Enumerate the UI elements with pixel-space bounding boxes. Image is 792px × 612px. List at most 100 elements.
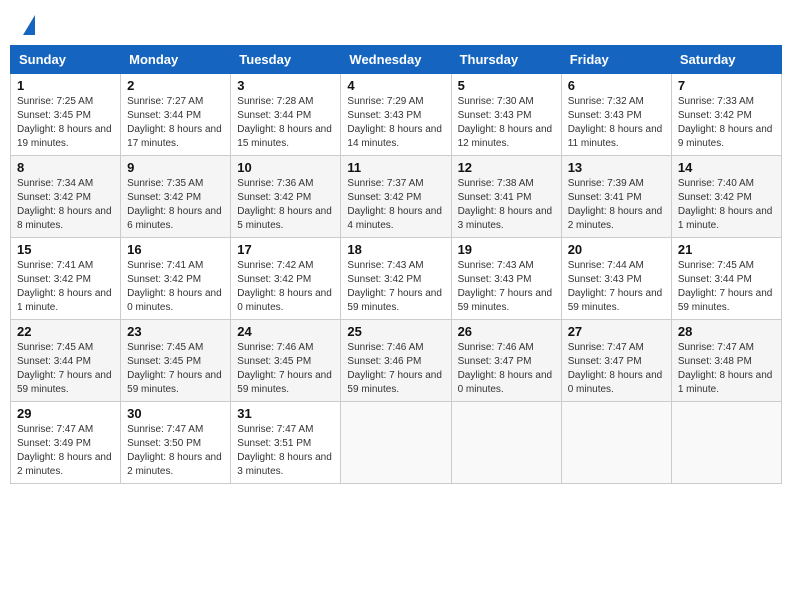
calendar-header-friday: Friday [561,46,671,74]
calendar-cell: 8Sunrise: 7:34 AMSunset: 3:42 PMDaylight… [11,156,121,238]
calendar-cell [671,402,781,484]
day-info: Sunrise: 7:25 AMSunset: 3:45 PMDaylight:… [17,95,114,151]
calendar-cell: 7 Sunrise: 7:33 AMSunset: 3:42 PMDaylight… [671,74,781,156]
calendar-header-saturday: Saturday [671,46,781,74]
day-info: Sunrise: 7:46 AMSunset: 3:45 PMDaylight:… [237,341,334,397]
day-number: 14 [678,160,775,175]
day-number: 16 [127,242,224,257]
calendar-cell: 3Sunrise: 7:28 AMSunset: 3:44 PMDaylight… [231,74,341,156]
day-info: Sunrise: 7:45 AMSunset: 3:45 PMDaylight:… [127,341,224,397]
calendar-cell: 5 Sunrise: 7:30 AMSunset: 3:43 PMDaylight… [451,74,561,156]
day-info: Sunrise: 7:42 AMSunset: 3:42 PMDaylight:… [237,259,334,315]
calendar-cell: 29Sunrise: 7:47 AMSunset: 3:49 PMDayligh… [11,402,121,484]
day-info: Sunrise: 7:43 AMSunset: 3:43 PMDaylight:… [458,259,555,315]
calendar-week-row: 29Sunrise: 7:47 AMSunset: 3:49 PMDayligh… [11,402,782,484]
calendar-cell: 2Sunrise: 7:27 AMSunset: 3:44 PMDaylight… [121,74,231,156]
day-info: Sunrise: 7:40 AMSunset: 3:42 PMDaylight:… [678,177,775,233]
calendar-cell: 22 Sunrise: 7:45 AMSunset: 3:44 PMDayligh… [11,320,121,402]
calendar-cell: 13 Sunrise: 7:39 AMSunset: 3:41 PMDayligh… [561,156,671,238]
day-info: Sunrise: 7:27 AMSunset: 3:44 PMDaylight:… [127,95,224,151]
logo-triangle-icon [23,15,35,35]
day-number: 18 [347,242,444,257]
calendar-header-monday: Monday [121,46,231,74]
calendar-cell: 18 Sunrise: 7:43 AMSunset: 3:42 PMDayligh… [341,238,451,320]
day-info: Sunrise: 7:45 AMSunset: 3:44 PMDaylight:… [17,341,114,397]
day-number: 21 [678,242,775,257]
calendar-cell: 9 Sunrise: 7:35 AMSunset: 3:42 PMDaylight… [121,156,231,238]
day-number: 27 [568,324,665,339]
calendar-cell: 14 Sunrise: 7:40 AMSunset: 3:42 PMDayligh… [671,156,781,238]
day-number: 17 [237,242,334,257]
day-info: Sunrise: 7:29 AMSunset: 3:43 PMDaylight:… [347,95,444,151]
day-number: 5 [458,78,555,93]
calendar-cell: 11 Sunrise: 7:37 AMSunset: 3:42 PMDayligh… [341,156,451,238]
calendar-cell: 16 Sunrise: 7:41 AMSunset: 3:42 PMDayligh… [121,238,231,320]
calendar-header-wednesday: Wednesday [341,46,451,74]
calendar-cell: 30 Sunrise: 7:47 AMSunset: 3:50 PMDayligh… [121,402,231,484]
calendar-cell: 27Sunrise: 7:47 AMSunset: 3:47 PMDayligh… [561,320,671,402]
calendar-cell: 26Sunrise: 7:46 AMSunset: 3:47 PMDayligh… [451,320,561,402]
day-info: Sunrise: 7:41 AMSunset: 3:42 PMDaylight:… [127,259,224,315]
day-info: Sunrise: 7:28 AMSunset: 3:44 PMDaylight:… [237,95,334,151]
calendar-cell: 20Sunrise: 7:44 AMSunset: 3:43 PMDayligh… [561,238,671,320]
logo [20,20,35,35]
calendar-cell: 21 Sunrise: 7:45 AMSunset: 3:44 PMDayligh… [671,238,781,320]
day-number: 19 [458,242,555,257]
day-info: Sunrise: 7:47 AMSunset: 3:51 PMDaylight:… [237,423,334,479]
day-number: 6 [568,78,665,93]
calendar-cell: 6 Sunrise: 7:32 AMSunset: 3:43 PMDaylight… [561,74,671,156]
day-number: 31 [237,406,334,421]
day-info: Sunrise: 7:32 AMSunset: 3:43 PMDaylight:… [568,95,665,151]
day-number: 29 [17,406,114,421]
day-number: 12 [458,160,555,175]
day-info: Sunrise: 7:43 AMSunset: 3:42 PMDaylight:… [347,259,444,315]
calendar-cell: 17 Sunrise: 7:42 AMSunset: 3:42 PMDayligh… [231,238,341,320]
calendar-cell [561,402,671,484]
day-number: 22 [17,324,114,339]
calendar-cell: 31 Sunrise: 7:47 AMSunset: 3:51 PMDayligh… [231,402,341,484]
calendar-cell: 23 Sunrise: 7:45 AMSunset: 3:45 PMDayligh… [121,320,231,402]
day-info: Sunrise: 7:37 AMSunset: 3:42 PMDaylight:… [347,177,444,233]
day-number: 15 [17,242,114,257]
day-number: 4 [347,78,444,93]
day-info: Sunrise: 7:36 AMSunset: 3:42 PMDaylight:… [237,177,334,233]
calendar-cell [451,402,561,484]
calendar-cell: 19 Sunrise: 7:43 AMSunset: 3:43 PMDayligh… [451,238,561,320]
calendar-cell: 28 Sunrise: 7:47 AMSunset: 3:48 PMDayligh… [671,320,781,402]
day-number: 13 [568,160,665,175]
day-info: Sunrise: 7:39 AMSunset: 3:41 PMDaylight:… [568,177,665,233]
day-number: 25 [347,324,444,339]
day-number: 10 [237,160,334,175]
calendar-header-tuesday: Tuesday [231,46,341,74]
calendar-cell: 15Sunrise: 7:41 AMSunset: 3:42 PMDayligh… [11,238,121,320]
calendar-header-row: SundayMondayTuesdayWednesdayThursdayFrid… [11,46,782,74]
day-number: 1 [17,78,114,93]
day-number: 11 [347,160,444,175]
calendar-table: SundayMondayTuesdayWednesdayThursdayFrid… [10,45,782,484]
day-number: 30 [127,406,224,421]
calendar-cell: 24 Sunrise: 7:46 AMSunset: 3:45 PMDayligh… [231,320,341,402]
day-info: Sunrise: 7:47 AMSunset: 3:48 PMDaylight:… [678,341,775,397]
calendar-cell: 1 Sunrise: 7:25 AMSunset: 3:45 PMDaylight… [11,74,121,156]
calendar-cell: 4 Sunrise: 7:29 AMSunset: 3:43 PMDaylight… [341,74,451,156]
calendar-week-row: 22 Sunrise: 7:45 AMSunset: 3:44 PMDayligh… [11,320,782,402]
day-info: Sunrise: 7:33 AMSunset: 3:42 PMDaylight:… [678,95,775,151]
day-info: Sunrise: 7:38 AMSunset: 3:41 PMDaylight:… [458,177,555,233]
day-number: 20 [568,242,665,257]
day-info: Sunrise: 7:35 AMSunset: 3:42 PMDaylight:… [127,177,224,233]
day-info: Sunrise: 7:30 AMSunset: 3:43 PMDaylight:… [458,95,555,151]
day-number: 23 [127,324,224,339]
day-number: 9 [127,160,224,175]
calendar-week-row: 1 Sunrise: 7:25 AMSunset: 3:45 PMDaylight… [11,74,782,156]
day-info: Sunrise: 7:46 AMSunset: 3:46 PMDaylight:… [347,341,444,397]
calendar-cell: 10 Sunrise: 7:36 AMSunset: 3:42 PMDayligh… [231,156,341,238]
day-info: Sunrise: 7:34 AMSunset: 3:42 PMDaylight:… [17,177,114,233]
day-info: Sunrise: 7:45 AMSunset: 3:44 PMDaylight:… [678,259,775,315]
calendar-cell: 25 Sunrise: 7:46 AMSunset: 3:46 PMDayligh… [341,320,451,402]
day-number: 24 [237,324,334,339]
day-number: 7 [678,78,775,93]
day-number: 28 [678,324,775,339]
calendar-cell: 12 Sunrise: 7:38 AMSunset: 3:41 PMDayligh… [451,156,561,238]
day-info: Sunrise: 7:47 AMSunset: 3:50 PMDaylight:… [127,423,224,479]
day-number: 26 [458,324,555,339]
